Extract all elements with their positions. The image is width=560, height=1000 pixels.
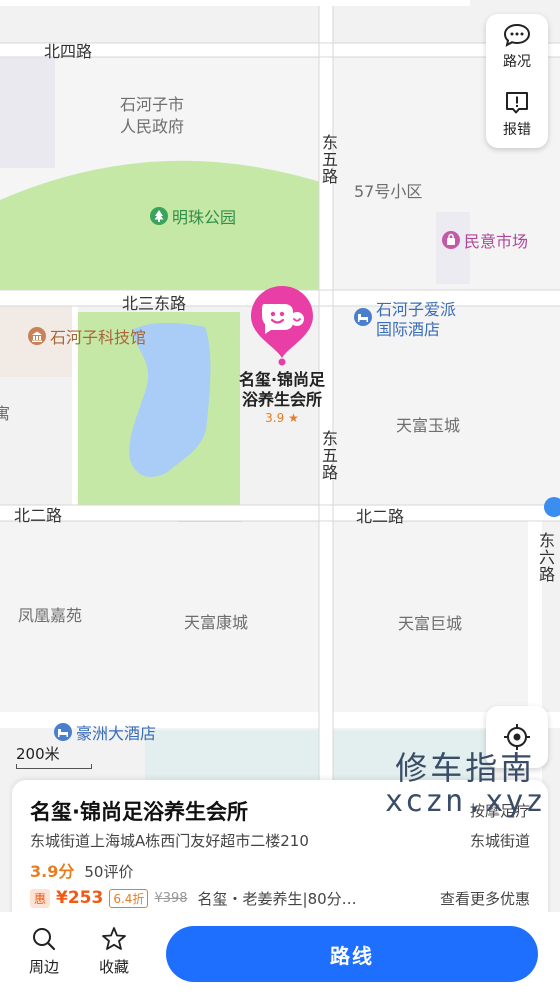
area-label-tianfu-jucheng: 天富巨城 [398,614,463,633]
poi-haozhou-hotel-label: 豪洲大酒店 [76,724,157,743]
poi-haozhou-hotel[interactable]: 豪洲大酒店 [54,720,156,744]
area-label-government: 石河子市 人民政府 [120,94,184,138]
favorite-button[interactable]: 收藏 [84,926,144,977]
favorite-label: 收藏 [98,958,129,976]
poi-hotel[interactable]: 石河子爱派 国际酒店 [354,300,456,340]
chat-bubble-icon [503,23,531,47]
place-rating-row: 3.9分 50评价 [30,858,133,882]
selected-place-name-line1: 名玺·锦尚足 [238,370,326,389]
watermark-line2: xczn.xyz [385,783,546,819]
poi-market[interactable]: 民意市场 [442,228,528,252]
poi-park-label: 明珠公园 [172,208,237,227]
bottom-action-bar: 周边 收藏 路线 [0,912,560,1000]
road-label-bei-er-lu-right: 北二路 [356,507,405,526]
road-label-bei-san-dong-lu: 北三东路 [122,294,187,313]
nearby-button[interactable]: 周边 [14,926,74,977]
area-label-government-line2: 人民政府 [120,117,185,136]
area-label-tianfu-kangcheng: 天富康城 [184,613,249,632]
poi-market-label: 民意市场 [464,232,529,251]
place-address: 东城街道上海城A栋西门友好超市二楼210 [30,832,309,850]
deal-badge: 惠 [30,888,51,908]
traffic-label: 路况 [503,54,531,70]
search-icon [33,928,56,951]
navigation-icon [544,497,560,517]
report-error-label: 报错 [503,122,531,138]
poi-museum[interactable]: 石河子科技馆 [28,324,146,348]
star-icon [102,927,126,950]
road-label-bei-si-lu: 北四路 [44,42,93,61]
poi-hotel-label: 石河子爱派 国际酒店 [376,300,456,340]
marker-pin-icon [251,286,313,366]
museum-icon [28,327,46,345]
bed-icon [354,308,372,326]
deal-original-price: ¥398 [154,890,188,906]
area-label-fenghuang-jiayuan: 凤凰嘉苑 [18,606,83,625]
place-district: 东城街道 [469,832,530,850]
area-label-tianfu-yucheng: 天富玉城 [396,416,461,435]
tree-icon [150,207,168,225]
nearby-label: 周边 [28,958,59,976]
map-scale-label: 200米 [16,745,60,763]
road-label-bei-er-lu-left: 北二路 [14,506,63,525]
area-label-community-57: 57号小区 [354,182,423,201]
area-label-edge-partial: 寓 [0,404,11,423]
poi-park[interactable]: 明珠公园 [150,204,236,228]
poi-hotel-label-line1: 石河子爱派 [376,300,457,319]
selected-place-name-line2: 浴养生会所 [241,390,322,409]
area-label-government-line1: 石河子市 [120,95,185,114]
more-offers-link[interactable]: 查看更多优惠 [440,888,530,909]
selected-place-rating-value: 3.9 [265,411,285,425]
deal-discount: 6.4折 [109,888,149,908]
poi-hotel-label-line2: 国际酒店 [376,320,441,339]
map-scale-bar [16,764,92,769]
deal-description: 名玺・老姜养生|80分… [197,889,357,908]
report-error-button[interactable]: 报错 [486,82,548,148]
alert-icon [506,92,528,114]
road-label-dong-wu-lu-lower: 东五路 [319,430,338,481]
route-button[interactable]: 路线 [166,926,538,982]
traffic-button[interactable]: 路况 [486,14,548,80]
watermark: 修车指南 xczn.xyz [385,749,546,819]
map-controls-panel: 路况 报错 [486,14,548,148]
star-icon: ★ [288,411,299,425]
block [0,58,55,168]
deal-row[interactable]: 惠 ¥253 6.4折 ¥398 名玺・老姜养生|80分… 查看更多优惠 [30,886,530,910]
selected-place-marker[interactable] [249,284,315,366]
road-label-dong-wu-lu-upper: 东五路 [319,134,338,185]
shopping-icon [442,231,460,249]
road [0,505,560,521]
poi-museum-label: 石河子科技馆 [50,328,147,347]
locate-icon [504,724,530,750]
place-score: 3.9分 [30,862,75,881]
selected-place-label[interactable]: 名玺·锦尚足 浴养生会所 3.9 ★ [222,370,342,426]
watermark-line1: 修车指南 [395,749,536,787]
selected-place-rating: 3.9 ★ [222,410,342,426]
place-title: 名玺·锦尚足浴养生会所 [30,800,248,824]
deal-price: ¥253 [56,888,104,908]
bed-icon [54,723,72,741]
place-reviews: 50评价 [84,863,134,881]
road-label-dong-liu-lu: 东六路 [536,532,555,583]
